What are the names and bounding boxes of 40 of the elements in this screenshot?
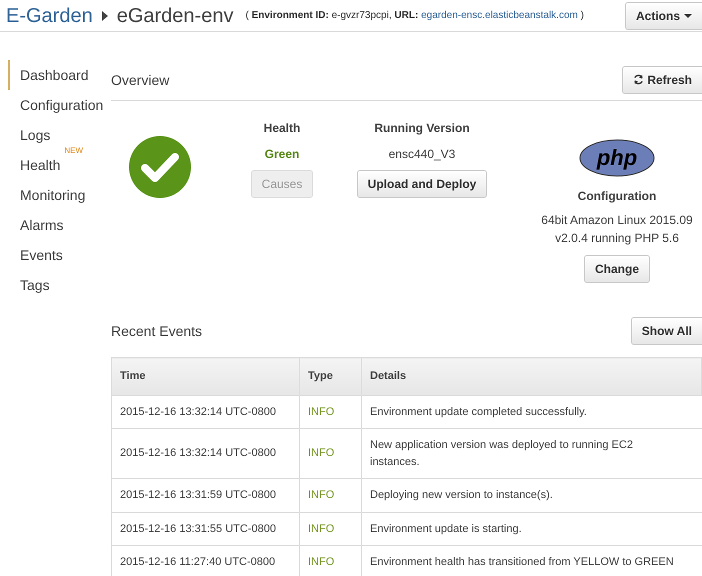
table-cell: INFO	[300, 395, 362, 428]
table-cell: 2015-12-16 11:27:40 UTC-0800	[112, 546, 300, 576]
php-logo: php	[579, 139, 655, 177]
table-cell: INFO	[300, 428, 362, 478]
version-label: Running Version	[373, 120, 471, 137]
table-cell: 2015-12-16 13:31:55 UTC-0800	[112, 512, 300, 546]
show-all-button[interactable]: Show All	[630, 317, 702, 345]
sidebar-item[interactable]: Tags	[8, 270, 104, 300]
sidebar-item[interactable]: Dashboard	[8, 60, 104, 90]
table-cell: 2015-12-16 13:32:14 UTC-0800	[112, 428, 300, 478]
platform-text: 64bit Amazon Linux 2015.09	[540, 212, 694, 229]
section-title: Overview	[111, 70, 170, 90]
app-link[interactable]: E-Garden	[6, 0, 93, 30]
column-header: Time	[112, 358, 300, 395]
sidebar-item[interactable]: Events	[8, 240, 104, 270]
refresh-icon	[633, 74, 644, 85]
upload-deploy-button[interactable]: Upload and Deploy	[356, 170, 488, 198]
table-cell: INFO	[300, 512, 362, 546]
actions-button[interactable]: Actions	[624, 2, 702, 30]
check-icon	[128, 135, 192, 199]
version-value: ensc440_V3	[388, 146, 456, 163]
change-button[interactable]: Change	[584, 255, 650, 283]
table-cell: 2015-12-16 13:32:14 UTC-0800	[112, 395, 300, 428]
column-header: Type	[300, 358, 362, 395]
table-cell: 2015-12-16 13:31:59 UTC-0800	[112, 478, 300, 512]
health-label: Health	[262, 120, 302, 137]
health-status: Green	[264, 146, 300, 163]
environment-name: eGarden-env	[116, 4, 234, 28]
sidebar-item[interactable]: Configuration	[8, 90, 104, 120]
environment-info: ( Environment ID: e-gvzr73pcpi, URL: egarden-ensc.elasticbeanstalk.com )	[245, 9, 584, 23]
sidebar-item[interactable]: Monitoring	[8, 180, 104, 210]
refresh-button[interactable]: Refresh	[622, 66, 702, 94]
sidebar-item[interactable]: Alarms	[8, 210, 104, 240]
configuration-label: Configuration	[576, 188, 658, 205]
breadcrumb-arrow-icon	[100, 10, 109, 20]
table-cell: INFO	[300, 478, 362, 512]
platform-text: v2.0.4 running PHP 5.6	[554, 230, 680, 247]
section-title: Recent Events	[111, 322, 202, 340]
url-link[interactable]: egarden-ensc.elasticbeanstalk.com	[421, 10, 578, 21]
column-header: Details	[362, 358, 702, 395]
